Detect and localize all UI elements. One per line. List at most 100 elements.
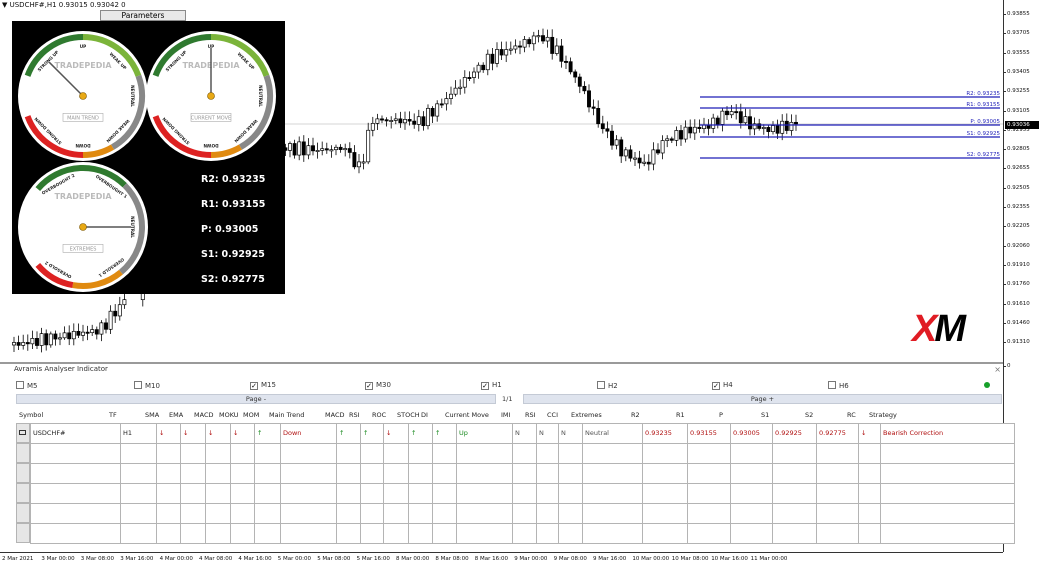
price-chart[interactable]: R2: 0.93235 R1: 0.93155 P: 0.93005 S1: 0.92… <box>0 0 1003 362</box>
column-header: RSI <box>525 411 536 419</box>
gauge-0: UPWEAK UPNEUTRALWEAK DOWNDOWNSTRONG DOWN… <box>18 31 148 161</box>
timeframe-h6[interactable]: H6 <box>828 381 849 391</box>
time-tick: 4 Mar 08:00 <box>199 556 233 562</box>
timeframe-checkbox[interactable]: ✓ <box>365 382 373 390</box>
column-header: MACD <box>194 411 214 419</box>
table-cell <box>120 523 157 544</box>
timeframe-label: H6 <box>839 382 849 390</box>
time-axis[interactable]: 2 Mar 2021 3 Mar 00:00 3 Mar 08:00 3 Mar 16… <box>0 552 1003 573</box>
table-cell <box>120 483 157 504</box>
table-cell <box>772 523 817 544</box>
candle <box>113 304 118 323</box>
table-cell <box>230 483 255 504</box>
timeframe-checkbox[interactable] <box>134 381 142 389</box>
timeframe-m5[interactable]: M5 <box>16 381 38 391</box>
time-tick: 8 Mar 08:00 <box>435 556 469 562</box>
price-tick: 0.93555 <box>1003 49 1030 56</box>
parameters-button[interactable]: Parameters <box>100 10 186 21</box>
row-handle[interactable] <box>16 463 30 483</box>
table-cell <box>816 503 859 524</box>
candle <box>720 107 725 132</box>
timeframe-h2[interactable]: H2 <box>597 381 618 391</box>
table-cell <box>254 503 281 524</box>
candle <box>393 113 398 125</box>
candle <box>504 41 509 63</box>
table-cell <box>432 463 457 484</box>
candle <box>508 41 513 55</box>
table-cell <box>456 523 513 544</box>
column-header: R2 <box>631 411 640 419</box>
candle <box>62 326 67 340</box>
cell-tf: H1 <box>123 429 133 437</box>
table-cell <box>280 443 337 464</box>
candle <box>697 119 702 133</box>
cell-s1: 0.92925 <box>775 429 802 437</box>
time-tick: 3 Mar 00:00 <box>41 556 75 562</box>
cell-main-trend: Down <box>283 429 302 437</box>
table-cell <box>254 523 281 544</box>
timeframe-h1[interactable]: ✓ H1 <box>481 381 502 391</box>
row-handle[interactable] <box>16 483 30 503</box>
candle <box>117 296 122 321</box>
timeframe-m15[interactable]: ✓ M15 <box>250 381 276 391</box>
time-tick: 9 Mar 00:00 <box>514 556 548 562</box>
panel-divider[interactable] <box>0 362 1003 364</box>
row-handle[interactable] <box>16 503 30 523</box>
gauge-label: DOWN <box>75 143 91 148</box>
candle <box>582 81 587 95</box>
candle <box>674 126 679 147</box>
timeframe-checkbox[interactable] <box>828 381 836 389</box>
row-expand-icon[interactable] <box>19 430 26 435</box>
candle <box>531 31 536 51</box>
candle <box>490 48 495 71</box>
table-cell <box>336 503 361 524</box>
table-cell <box>408 483 433 504</box>
timeframe-m10[interactable]: M10 <box>134 381 160 391</box>
timeframe-h4[interactable]: ✓ H4 <box>712 381 733 391</box>
pivot-lines: R2: 0.93235 R1: 0.93155 P: 0.93005 S1: 0.92… <box>700 91 1000 159</box>
timeframe-checkbox[interactable] <box>597 381 605 389</box>
candle <box>53 330 58 346</box>
price-tick: 0 <box>1003 363 1011 369</box>
candle <box>449 86 453 105</box>
price-tick: 0.92205 <box>1003 223 1030 230</box>
table-cell <box>687 463 731 484</box>
table-cell <box>730 503 773 524</box>
close-icon[interactable]: × <box>994 365 1001 374</box>
column-header: S1 <box>761 411 770 419</box>
candle <box>660 135 665 160</box>
column-header: Strategy <box>869 411 897 419</box>
table-cell <box>280 483 337 504</box>
timeframe-label: M5 <box>27 382 38 390</box>
candle <box>752 117 757 136</box>
table-cell <box>582 483 643 504</box>
cell-rsi: ↑ <box>363 429 369 437</box>
time-tick: 11 Mar 00:00 <box>750 556 788 562</box>
page-plus-button[interactable]: Page + <box>523 394 1002 404</box>
cell-cci: N <box>561 429 566 437</box>
timeframe-m30[interactable]: ✓ M30 <box>365 381 391 391</box>
timeframe-checkbox[interactable]: ✓ <box>481 382 489 390</box>
timeframe-checkbox[interactable]: ✓ <box>250 382 258 390</box>
table-cell <box>642 483 688 504</box>
column-header: CCI <box>547 411 558 419</box>
timeframe-checkbox[interactable] <box>16 381 24 389</box>
cell-s2: 0.92775 <box>819 429 846 437</box>
row-handle[interactable] <box>16 523 30 543</box>
cell-macd: ↓ <box>208 429 214 437</box>
table-cell <box>30 523 121 544</box>
page-minus-button[interactable]: Page - <box>16 394 496 404</box>
timeframe-label: M10 <box>145 382 160 390</box>
row-handle[interactable] <box>16 443 30 463</box>
trading-terminal: R2: 0.93235 R1: 0.93155 P: 0.93005 S1: 0.92… <box>0 0 1039 573</box>
candle <box>370 116 375 137</box>
table-cell <box>880 483 1015 504</box>
candle <box>122 291 127 309</box>
table-cell <box>383 503 409 524</box>
time-tick: 3 Mar 08:00 <box>80 556 115 562</box>
table-cell <box>432 503 457 524</box>
table-cell <box>408 463 433 484</box>
timeframe-checkbox[interactable]: ✓ <box>712 382 720 390</box>
cell-rc: ↓ <box>861 429 867 437</box>
xm-logo-accent: X <box>912 308 937 350</box>
